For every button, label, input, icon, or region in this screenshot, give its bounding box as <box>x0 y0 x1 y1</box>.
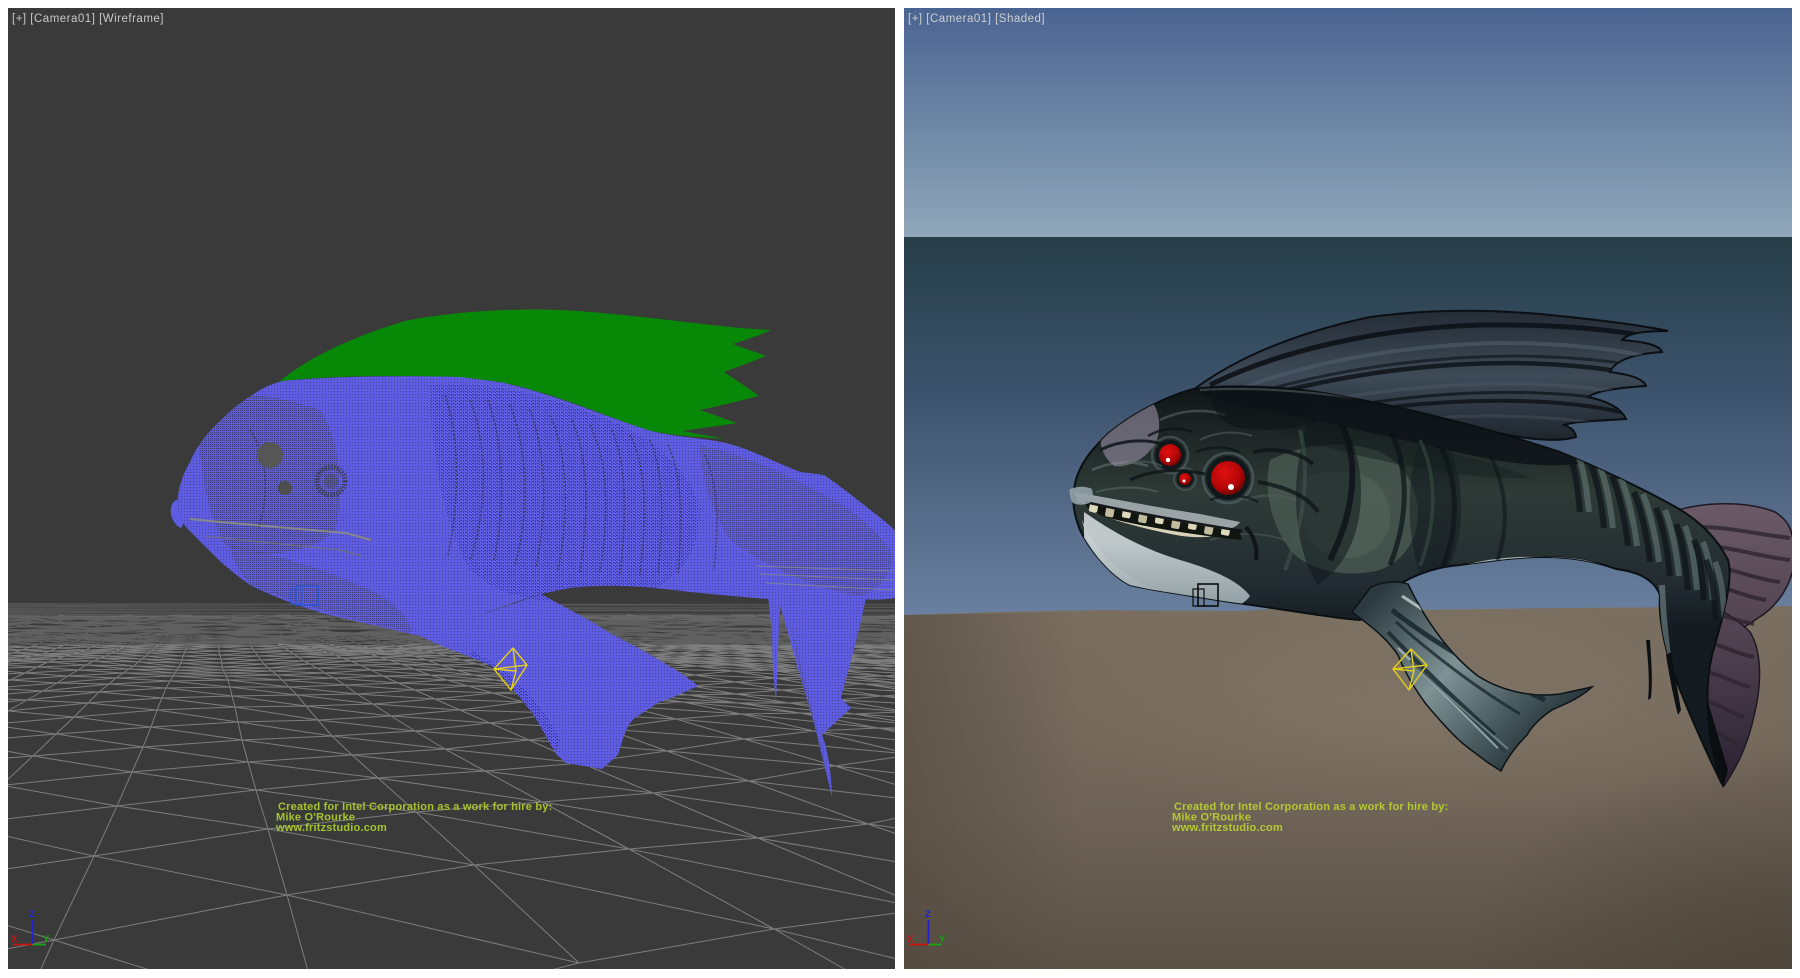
svg-text:www.fritzstudio.com: www.fritzstudio.com <box>1171 822 1283 834</box>
svg-text:Y: Y <box>43 934 50 945</box>
svg-text:www.fritzstudio.com: www.fritzstudio.com <box>275 822 387 834</box>
svg-text:Z: Z <box>29 909 35 920</box>
svg-text:X: X <box>11 934 18 945</box>
svg-text:X: X <box>907 934 914 945</box>
svg-text:[+] [Camera01] [Shaded]: [+] [Camera01] [Shaded] <box>908 13 1045 25</box>
svg-text:[+] [Camera01] [Wireframe]: [+] [Camera01] [Wireframe] <box>12 13 164 25</box>
svg-text:Z: Z <box>925 909 931 920</box>
svg-text:Y: Y <box>939 934 946 945</box>
